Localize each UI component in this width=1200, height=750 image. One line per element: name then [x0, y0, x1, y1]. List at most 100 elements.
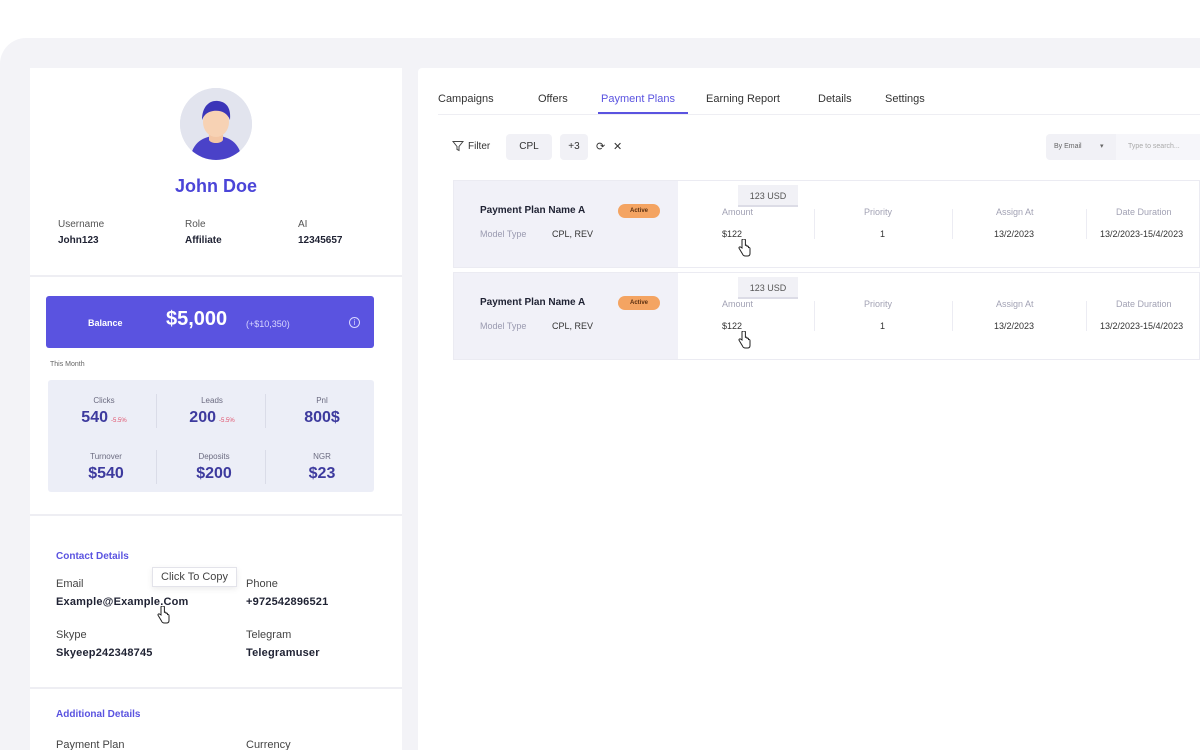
info-icon[interactable]: i [349, 317, 360, 328]
stat-label: Leads [201, 396, 223, 405]
date-duration-label: Date Duration [1116, 207, 1172, 217]
assign-at-value: 13/2/2023 [994, 229, 1035, 239]
amount-value[interactable]: $122 [722, 321, 742, 331]
phone-label: Phone [246, 578, 278, 590]
tab-payment-plans[interactable]: Payment Plans [601, 93, 675, 105]
balance-card: Balance $5,000 (+$10,350) i [46, 296, 374, 348]
stat-label: Turnover [90, 452, 122, 461]
more-filters-chip[interactable]: +3 [560, 134, 588, 160]
usd-tooltip: 123 USD [738, 185, 798, 207]
currency-label: Currency [246, 739, 291, 750]
priority-value: 1 [880, 321, 886, 331]
additional-details-title: Additional Details [56, 709, 141, 720]
stat-value: 800$ [304, 409, 340, 426]
username-meta: Username John123 [58, 219, 104, 246]
balance-label: Balance [88, 318, 123, 328]
username-value: John123 [58, 235, 99, 246]
this-month-label: This Month [50, 361, 85, 368]
telegram-field[interactable]: Telegram Telegramuser [246, 629, 320, 659]
filter-button[interactable]: Filter [452, 140, 490, 152]
tab-offers[interactable]: Offers [538, 93, 568, 105]
id-meta: AI 12345657 [298, 219, 343, 246]
priority-value: 1 [880, 229, 886, 239]
search-input[interactable]: Type to search... [1116, 134, 1200, 160]
telegram-label: Telegram [246, 629, 292, 641]
plan-name: Payment Plan Name A [480, 205, 586, 216]
skype-field[interactable]: Skype Skyeep242348745 [56, 629, 153, 659]
payment-plan-label: Payment Plan [56, 739, 125, 750]
divider [30, 514, 402, 516]
assign-at-label: Assign At [996, 299, 1034, 309]
status-badge: Active [618, 204, 660, 218]
payment-plan-row[interactable]: Payment Plan Name A Active Model Type CP… [453, 272, 1200, 360]
divider [952, 301, 953, 331]
stat-value: 540 [81, 409, 108, 426]
stat-value: $200 [196, 465, 232, 482]
date-duration-label: Date Duration [1116, 299, 1172, 309]
model-type-value: CPL, REV [552, 229, 594, 239]
tab-divider [438, 114, 1200, 115]
divider [30, 687, 402, 689]
filter-icon [452, 141, 464, 152]
id-value: 12345657 [298, 235, 343, 246]
stat-ngr: NGR $23 [268, 452, 376, 483]
date-duration-value: 13/2/2023-15/4/2023 [1100, 229, 1184, 239]
role-meta: Role Affiliate [185, 219, 222, 246]
priority-label: Priority [864, 207, 893, 217]
stat-pnl: Pnl 800$ [268, 396, 376, 427]
balance-change: (+$10,350) [246, 319, 290, 329]
tab-campaigns[interactable]: Campaigns [438, 93, 494, 105]
close-icon[interactable]: ✕ [613, 140, 622, 153]
role-label: Role [185, 219, 206, 230]
tab-details[interactable]: Details [818, 93, 852, 105]
stat-label: NGR [313, 452, 331, 461]
stat-value: $23 [308, 465, 336, 482]
tab-settings[interactable]: Settings [885, 93, 925, 105]
contact-details-title: Contact Details [56, 551, 129, 562]
divider [1086, 209, 1087, 239]
assign-at-value: 13/2/2023 [994, 321, 1035, 331]
stat-label: Clicks [93, 396, 115, 405]
plan-name: Payment Plan Name A [480, 297, 586, 308]
divider [30, 275, 402, 277]
stat-delta: -5.5% [219, 418, 235, 424]
amount-value[interactable]: $122 [722, 229, 742, 239]
phone-field[interactable]: Phone +972542896521 [246, 578, 328, 608]
filter-label: Filter [468, 140, 491, 152]
model-type-label: Model Type [480, 321, 527, 331]
refresh-icon[interactable]: ⟳ [596, 140, 605, 153]
divider [814, 301, 815, 331]
stat-delta: -5.5% [111, 418, 127, 424]
stat-leads: Leads 200 -5.5% [158, 396, 266, 427]
tab-earning-report[interactable]: Earning Report [706, 93, 780, 105]
skype-label: Skype [56, 629, 87, 641]
currency-field: Currency [246, 739, 291, 750]
balance-amount: $5,000 [166, 308, 228, 330]
phone-value[interactable]: +972542896521 [246, 596, 328, 608]
profile-name: John Doe [174, 176, 257, 196]
sort-select[interactable]: By Email ▾ [1046, 134, 1116, 160]
id-label: AI [298, 219, 308, 230]
stat-deposits: Deposits $200 [160, 452, 268, 483]
stat-value: 200 [189, 409, 216, 426]
copy-tooltip: Click To Copy [152, 567, 238, 587]
status-badge: Active [618, 296, 660, 310]
plan-summary [454, 273, 678, 359]
stat-clicks: Clicks 540 -5.5% [50, 396, 158, 427]
telegram-value[interactable]: Telegramuser [246, 647, 320, 659]
avatar [180, 88, 252, 160]
stat-label: Pnl [316, 396, 328, 405]
payment-plan-row[interactable]: Payment Plan Name A Active Model Type CP… [453, 180, 1200, 268]
active-tab-indicator [598, 112, 688, 114]
assign-at-label: Assign At [996, 207, 1034, 217]
model-type-value: CPL, REV [552, 321, 594, 331]
main-panel [418, 68, 1200, 750]
divider [1086, 301, 1087, 331]
plan-summary [454, 181, 678, 267]
chevron-down-icon: ▾ [1100, 143, 1104, 150]
skype-value[interactable]: Skyeep242348745 [56, 647, 153, 659]
model-type-label: Model Type [480, 229, 527, 239]
stat-turnover: Turnover $540 [52, 452, 160, 483]
filter-chip[interactable]: CPL [506, 134, 552, 160]
hand-cursor-icon [157, 606, 170, 624]
